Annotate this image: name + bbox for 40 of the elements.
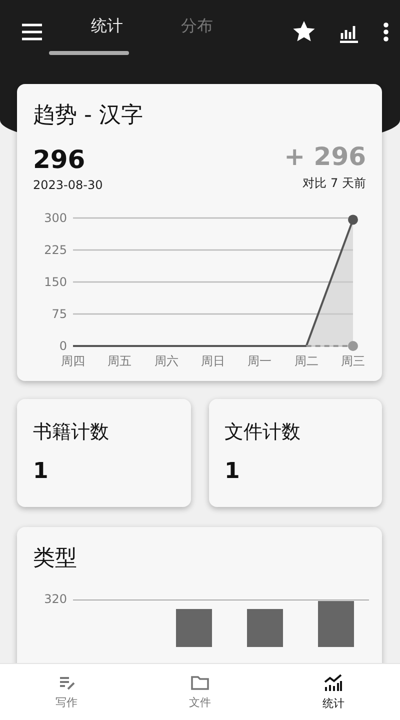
axis-label: 周日: [201, 354, 225, 368]
axis-label: 周五: [108, 354, 132, 368]
chart-icon: [323, 674, 344, 692]
axis-label: 0: [59, 339, 67, 353]
axis-label: 周三: [341, 354, 365, 368]
axis-label: 周一: [248, 354, 272, 368]
bar: [318, 601, 354, 647]
stat-value: 1: [224, 459, 241, 484]
axis-label: 周四: [61, 354, 85, 368]
card-title: 趋势 - 汉字: [33, 102, 144, 130]
axis-label: 320: [44, 592, 67, 606]
axis-label: 周二: [294, 354, 318, 368]
axis-label: 300: [44, 211, 67, 225]
change-value: + 296: [284, 142, 366, 171]
card-title: 类型: [33, 545, 78, 573]
menu-icon: [21, 23, 43, 41]
nav-item[interactable]: 文件: [133, 664, 267, 720]
date-label: 2023-08-30: [33, 178, 103, 192]
tab[interactable]: 统计: [62, 0, 152, 64]
count-value: 296: [33, 145, 86, 174]
axis-label: 75: [52, 307, 67, 321]
star-icon: [292, 20, 316, 44]
stat-title: 书籍计数: [33, 420, 110, 445]
folder-icon: [190, 674, 210, 690]
bar: [176, 609, 212, 647]
axis-label: 225: [44, 243, 67, 257]
edit-icon: [58, 674, 76, 690]
more-icon: [382, 21, 390, 43]
bar: [247, 609, 283, 647]
axis-label: 周六: [154, 354, 178, 368]
tab[interactable]: 分布: [152, 0, 242, 64]
axis-label: 150: [44, 275, 67, 289]
nav-item[interactable]: 写作: [0, 664, 134, 720]
stat-value: 1: [33, 459, 50, 484]
nav-item[interactable]: 统计: [266, 664, 400, 720]
stat-title: 文件计数: [224, 420, 302, 445]
comparison-line: [306, 341, 358, 351]
star-button[interactable]: [292, 20, 316, 44]
comparison-caption: 对比 7 天前: [302, 175, 366, 192]
more-button[interactable]: [382, 21, 390, 43]
